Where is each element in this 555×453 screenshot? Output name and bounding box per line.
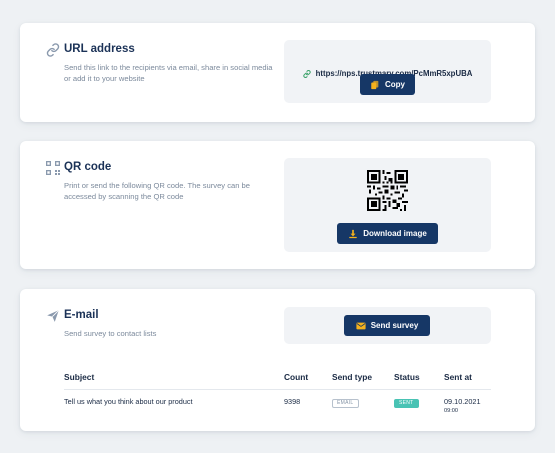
column-header-sent-at[interactable]: Sent at xyxy=(444,365,491,390)
qr-code-icon xyxy=(46,161,60,175)
row-count: 9398 xyxy=(284,396,301,406)
url-section-title: URL address xyxy=(64,43,135,55)
download-image-label: Download image xyxy=(363,229,427,238)
qr-section-description: Print or send the following QR code. The… xyxy=(64,181,251,201)
row-subject: Tell us what you think about our product xyxy=(64,396,193,406)
url-address-card: URL address Send this link to the recipi… xyxy=(20,23,535,122)
copy-button[interactable]: Copy xyxy=(360,74,415,95)
download-image-button[interactable]: Download image xyxy=(337,223,438,244)
envelope-icon xyxy=(356,321,366,331)
row-status-cell: SENT xyxy=(394,389,444,414)
qr-section-title: QR code xyxy=(64,161,112,173)
row-sent-at-cell: 09.10.2021 09:00 xyxy=(444,389,491,414)
copy-icon xyxy=(370,80,380,90)
send-survey-button[interactable]: Send survey xyxy=(344,315,430,336)
copy-button-label: Copy xyxy=(385,80,405,89)
send-type-badge: EMAIL xyxy=(332,398,359,408)
email-section-description: Send survey to contact lists xyxy=(64,329,157,338)
status-badge: SENT xyxy=(394,398,419,408)
send-survey-label: Send survey xyxy=(370,321,419,330)
row-sent-time: 09:00 xyxy=(444,407,458,414)
qr-code-card: QR code Print or send the following QR c… xyxy=(20,141,535,269)
download-icon xyxy=(348,229,358,239)
qr-code-image xyxy=(367,170,408,211)
send-history-table: Subject Count Send type Status Sent at T… xyxy=(64,365,491,414)
link-icon xyxy=(303,69,311,78)
table-header-row: Subject Count Send type Status Sent at xyxy=(64,365,491,390)
url-panel: https://nps.trustmary.com/PcMmR5xpUBA Co… xyxy=(284,40,491,103)
column-header-count[interactable]: Count xyxy=(284,365,332,390)
table-row[interactable]: Tell us what you think about our product… xyxy=(64,389,491,414)
row-send-type-cell: EMAIL xyxy=(332,389,394,414)
email-section-title: E-mail xyxy=(64,309,99,321)
url-section-description: Send this link to the recipients via ema… xyxy=(64,63,273,83)
email-card: E-mail Send survey to contact lists Send… xyxy=(20,289,535,431)
column-header-send-type[interactable]: Send type xyxy=(332,365,394,390)
paper-plane-icon xyxy=(46,309,60,323)
email-panel: Send survey xyxy=(284,307,491,344)
link-icon xyxy=(46,43,60,57)
row-sent-date: 09.10.2021 xyxy=(444,396,481,406)
column-header-subject[interactable]: Subject xyxy=(64,365,284,390)
qr-panel: Download image xyxy=(284,158,491,252)
column-header-status[interactable]: Status xyxy=(394,365,444,390)
